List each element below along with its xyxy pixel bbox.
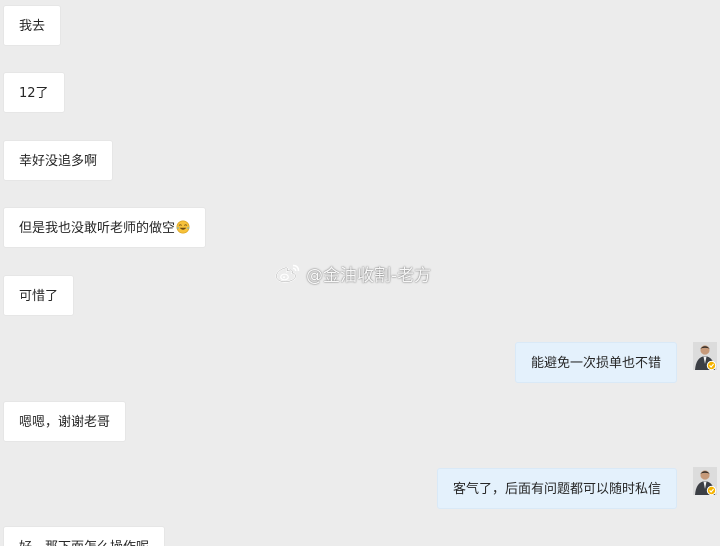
message-bubble: 我去 [3, 5, 62, 46]
message-bubble: 好，那下面怎么操作呢 [3, 526, 166, 546]
message-bubble: 客气了，后面有问题都可以随时私信 [436, 468, 677, 509]
avatar[interactable] [693, 342, 717, 371]
message-bubble: 嗯嗯，谢谢老哥 [3, 401, 127, 442]
message-bubble: 12了 [3, 72, 65, 113]
weibo-icon [275, 264, 300, 283]
laugh-cry-emoji-icon [176, 220, 190, 234]
message-text: 但是我也没敢听老师的做空 [19, 221, 176, 236]
watermark-text: @金油收割-老方 [306, 265, 432, 286]
avatar[interactable] [693, 467, 717, 496]
avatar-icon [693, 467, 717, 496]
message-bubble: 但是我也没敢听老师的做空 [3, 207, 207, 248]
message-bubble: 可惜了 [3, 275, 75, 316]
avatar-icon [693, 342, 717, 371]
message-bubble: 幸好没追多啊 [3, 140, 114, 181]
message-bubble: 能避免一次损单也不错 [514, 342, 677, 383]
watermark: @金油收割-老方 [274, 261, 432, 286]
chat-window: 我去 12了 幸好没追多啊 但是我也没敢听老师的做空 可惜了 能避免一次损单也不… [0, 0, 720, 546]
